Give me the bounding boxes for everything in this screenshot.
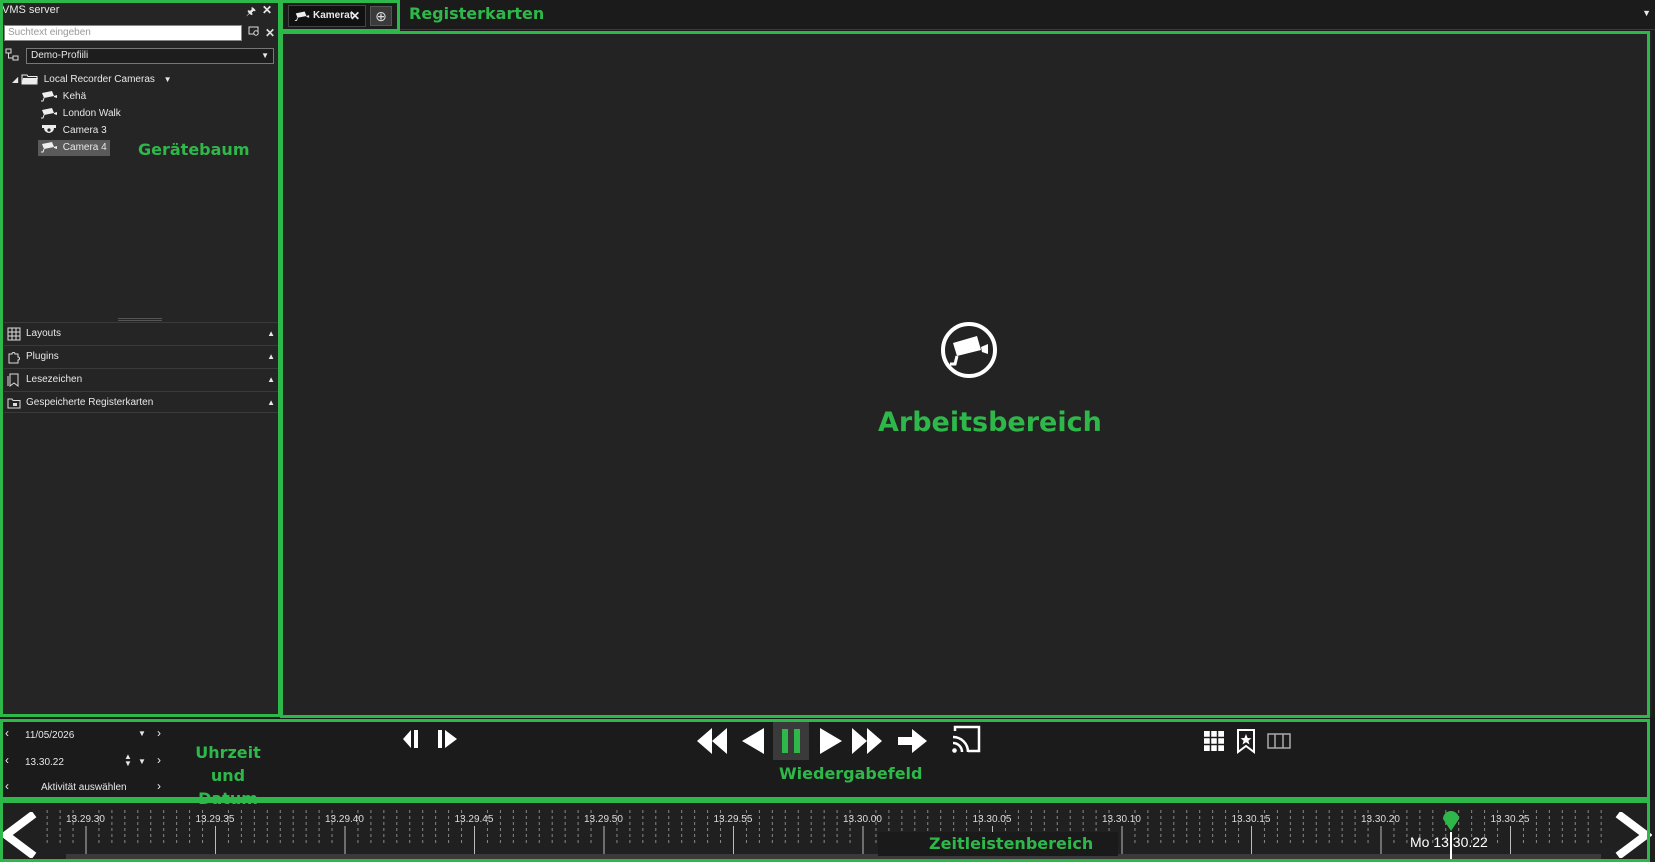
annotation-timeline-label: Zeitleistenbereich — [929, 834, 1094, 853]
annotation-workspace-label: Arbeitsbereich — [878, 407, 1102, 438]
annotation-datetime-line1: Uhrzeit und — [195, 743, 261, 785]
annotation-box-tabs — [280, 0, 400, 32]
annotation-datetime-line2: Datum — [198, 789, 258, 808]
annotation-tree-label: Gerätebaum — [138, 140, 250, 159]
tab-menu-icon[interactable]: ▼ — [1642, 8, 1651, 18]
annotation-box-tree — [0, 0, 281, 717]
annotation-playback-label: Wiedergabefeld — [779, 764, 923, 783]
annotation-tabs-label: Registerkarten — [409, 4, 545, 23]
annotation-box-workspace — [280, 31, 1650, 718]
annotation-datetime-label: Uhrzeit und Datum — [178, 741, 278, 810]
